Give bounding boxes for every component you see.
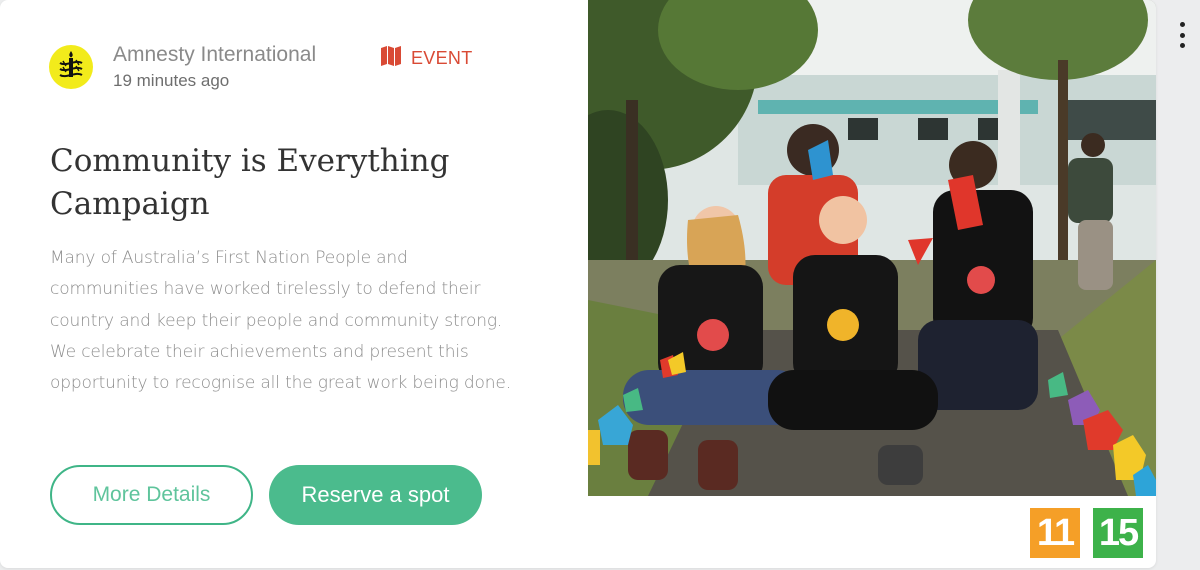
menu-dot [1179, 32, 1185, 38]
reserve-spot-button[interactable]: Reserve a spot [269, 465, 482, 525]
event-photo [588, 0, 1156, 496]
event-type-label: EVENT [411, 48, 473, 68]
kebab-menu-icon[interactable] [1172, 22, 1192, 48]
event-type-tag: EVENT [380, 45, 473, 72]
organization-name[interactable]: Amnesty International [113, 43, 316, 67]
menu-dot [1179, 22, 1185, 27]
sdg-goal-11-badge[interactable]: 11 [1030, 508, 1080, 558]
more-details-button[interactable]: More Details [50, 465, 253, 525]
amnesty-logo-icon[interactable] [49, 45, 93, 89]
event-card: Amnesty International 19 minutes ago EVE… [0, 0, 1156, 568]
event-description: Many of Australia’s First Nation People … [50, 248, 511, 394]
menu-dot [1179, 43, 1185, 48]
sdg-goal-15-badge[interactable]: 15 [1093, 508, 1143, 558]
event-title: Community is Everything Campaign [50, 143, 450, 222]
map-icon [380, 45, 402, 72]
post-timestamp: 19 minutes ago [113, 71, 230, 90]
